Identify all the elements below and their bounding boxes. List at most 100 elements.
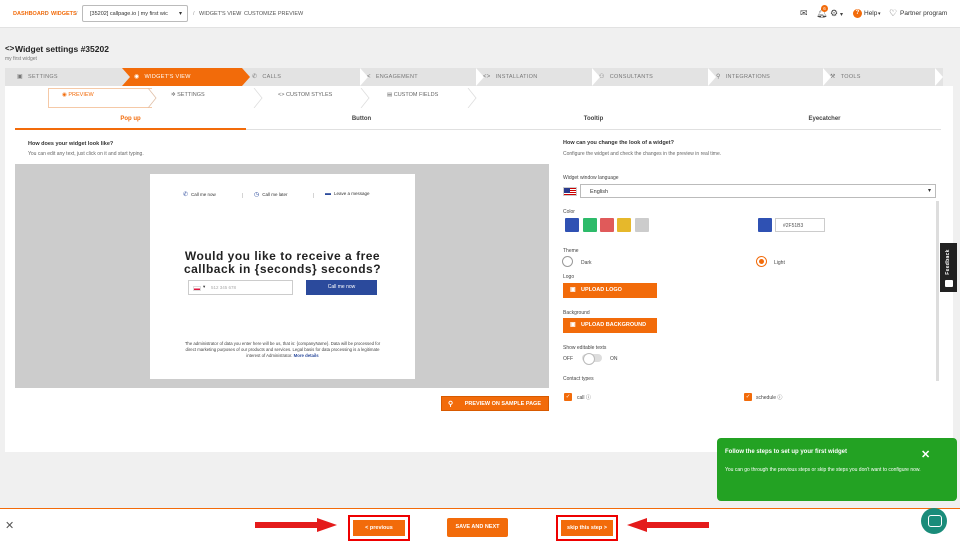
chevron-right-icon xyxy=(253,88,263,108)
chat-icon[interactable] xyxy=(921,508,947,534)
theme-light-radio[interactable] xyxy=(756,256,767,267)
settings-scrollbar[interactable] xyxy=(936,201,939,381)
widget-tab-label[interactable]: Call me now xyxy=(191,192,216,197)
subtab-custom-styles[interactable]: <> CUSTOM STYLES xyxy=(278,92,332,98)
breadcrumb-customize-preview: CUSTOMIZE PREVIEW xyxy=(244,11,304,17)
widget-tab-label[interactable]: Leave a message xyxy=(334,191,370,196)
widget-tab-call-later[interactable]: ◷ Call me later xyxy=(254,191,288,198)
step-label: SETTINGS xyxy=(27,74,58,80)
color-swatch-green[interactable] xyxy=(583,218,597,232)
legal-text[interactable]: The administrator of data you enter here… xyxy=(185,341,380,358)
guide-body: You can go through the previous steps or… xyxy=(725,467,921,473)
phone-input[interactable]: ▾ 512 345 678 xyxy=(188,280,293,295)
button-label: UPLOAD BACKGROUND xyxy=(581,322,647,328)
toggle-on-label: ON xyxy=(610,356,618,362)
skip-highlight: skip this step > xyxy=(556,515,618,541)
color-swatch-blue[interactable] xyxy=(565,218,579,232)
widget-select[interactable]: [35202] callpage.io | my first wic ▾ xyxy=(82,5,188,22)
step-engagement[interactable]: < ENGAGEMENT xyxy=(367,68,477,86)
step-integrations[interactable]: ⚲ INTEGRATIONS xyxy=(716,68,826,86)
right-question: How can you change the look of a widget? xyxy=(563,140,674,146)
step-consultants[interactable]: ⚇ CONSULTANTS xyxy=(599,68,709,86)
gear-icon[interactable]: ⚙ xyxy=(830,9,838,18)
help-icon[interactable]: ? xyxy=(853,9,862,18)
save-and-next-button[interactable]: SAVE AND NEXT xyxy=(447,518,508,537)
tab-popup[interactable]: Pop up xyxy=(15,116,246,122)
widget-tab-call-now[interactable]: ✆ Call me now xyxy=(183,191,216,198)
gear-icon: ✲ xyxy=(171,92,176,98)
phone-icon: ✆ xyxy=(183,192,189,198)
eye-icon: ◉ xyxy=(134,74,140,80)
subtab-active-outline xyxy=(48,88,152,108)
tab-eyecatcher[interactable]: Eyecatcher xyxy=(709,116,940,122)
code-icon: <> xyxy=(278,92,285,98)
upload-logo-button[interactable]: ▣ UPLOAD LOGO xyxy=(563,283,657,298)
breadcrumb-separator: / xyxy=(76,11,78,17)
subtab-custom-fields[interactable]: ▤ CUSTOM FIELDS xyxy=(387,92,438,98)
subtab-settings[interactable]: ✲ SETTINGS xyxy=(171,92,205,98)
widget-preview-area: ✆ Call me now | ◷ Call me later | ▬ Leave a… xyxy=(15,164,549,388)
step-settings[interactable]: ▣ SETTINGS xyxy=(5,68,122,86)
step-label: CONSULTANTS xyxy=(609,74,654,80)
tab-button[interactable]: Button xyxy=(246,116,477,122)
step-installation[interactable]: <> INSTALLATION xyxy=(483,68,593,86)
step-tools[interactable]: ⚒ TOOLS xyxy=(830,68,940,86)
upload-icon: ▣ xyxy=(570,322,576,328)
step-widgets-view[interactable]: ◉ WIDGET'S VIEW xyxy=(122,68,242,86)
contact-schedule-checkbox[interactable]: ✓ xyxy=(744,393,752,401)
onboarding-guide: Follow the steps to set up your first wi… xyxy=(717,438,957,501)
chevron-down-icon[interactable]: ▾ xyxy=(840,11,843,20)
widget-headline[interactable]: Would you like to receive a free callbac… xyxy=(150,250,415,276)
contact-call-checkbox[interactable]: ✓ xyxy=(564,393,572,401)
feedback-tab[interactable]: Feedback xyxy=(940,243,957,292)
close-icon[interactable]: ✕ xyxy=(5,519,14,532)
contact-types-label: Contact types xyxy=(563,376,594,382)
red-arrow-right-annotation xyxy=(255,518,337,532)
tab-tooltip[interactable]: Tooltip xyxy=(478,116,709,122)
subtab-preview[interactable]: ◉ PREVIEW xyxy=(62,92,94,98)
subtab-label: CUSTOM STYLES xyxy=(285,92,333,98)
selected-color-preview[interactable] xyxy=(758,218,772,232)
editable-texts-toggle[interactable] xyxy=(582,353,602,365)
editable-texts-label: Show editable texts xyxy=(563,345,607,351)
step-calls[interactable]: ✆ CALLS xyxy=(250,68,360,86)
more-details-link[interactable]: More details xyxy=(294,353,319,358)
color-swatch-gray[interactable] xyxy=(635,218,649,232)
subtab-label: PREVIEW xyxy=(68,92,94,98)
legal-notice[interactable]: The administrator of data you enter here… xyxy=(180,341,385,359)
wizard-steps: ▣ SETTINGS ◉ WIDGET'S VIEW ✆ CALLS < ENGAGEM… xyxy=(5,68,943,86)
hex-color-input[interactable]: #2F51B3 xyxy=(775,218,825,232)
background-label: Background xyxy=(563,310,590,316)
color-swatch-red[interactable] xyxy=(600,218,614,232)
close-icon[interactable]: ✕ xyxy=(921,448,930,461)
breadcrumb-widgets[interactable]: WIDGETS xyxy=(51,11,77,17)
chevron-right-icon xyxy=(467,88,477,108)
widget-tab-leave-message[interactable]: ▬ Leave a message xyxy=(325,191,370,197)
call-me-now-button[interactable]: Call me now xyxy=(306,280,377,295)
left-hint: You can edit any text, just click on it … xyxy=(28,151,144,157)
theme-light-label: Light xyxy=(774,260,785,266)
breadcrumb-dashboard[interactable]: DASHBOARD xyxy=(13,11,49,17)
help-menu[interactable]: Help xyxy=(864,10,877,17)
mail-icon[interactable]: ✉ xyxy=(800,9,808,18)
chevron-down-icon[interactable]: ▾ xyxy=(203,284,205,290)
language-select[interactable]: English ▾ xyxy=(580,184,936,198)
info-icon: ⓘ xyxy=(777,395,783,401)
preview-on-sample-page-button[interactable]: ⚲ PREVIEW ON SAMPLE PAGE xyxy=(441,396,549,411)
breadcrumb-widgets-view[interactable]: WIDGET'S VIEW xyxy=(199,11,241,17)
previous-button[interactable]: < previous xyxy=(353,520,405,536)
step-separator xyxy=(242,68,250,86)
main-panel: ◉ PREVIEW ✲ SETTINGS <> CUSTOM STYLES ▤ … xyxy=(5,86,953,452)
feedback-label: Feedback xyxy=(945,249,951,275)
theme-dark-radio[interactable] xyxy=(562,256,573,267)
step-label: CALLS xyxy=(262,74,282,80)
color-swatch-yellow[interactable] xyxy=(617,218,631,232)
skip-step-button[interactable]: skip this step > xyxy=(561,520,613,536)
breadcrumb-separator: / xyxy=(45,11,47,17)
headline-line[interactable]: callback in {seconds} seconds? xyxy=(150,263,415,276)
upload-background-button[interactable]: ▣ UPLOAD BACKGROUND xyxy=(563,318,657,333)
partner-program-link[interactable]: Partner program xyxy=(900,10,947,17)
poland-flag-icon xyxy=(193,286,201,291)
widget-tab-label[interactable]: Call me later xyxy=(262,192,287,197)
tab-divider: | xyxy=(242,193,244,199)
